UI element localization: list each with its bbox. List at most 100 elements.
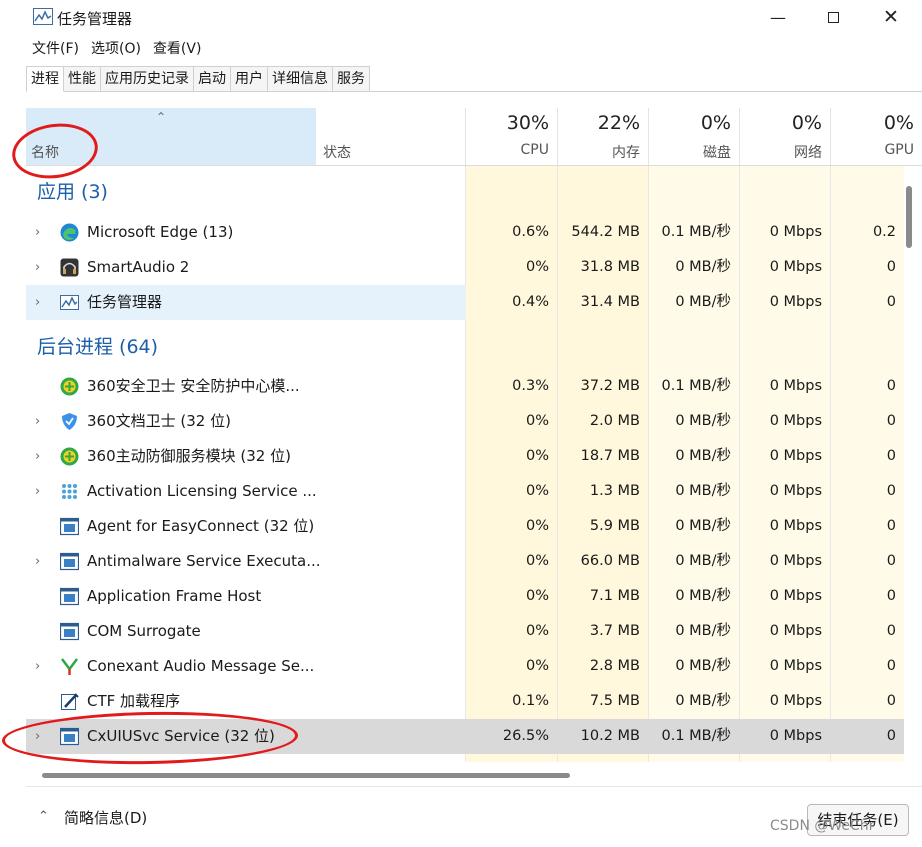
group-header-apps[interactable]: 应用 (3) — [26, 175, 904, 210]
chevron-right-icon[interactable]: › — [35, 285, 40, 320]
gpu-value: 0 — [886, 588, 896, 604]
watermark: CSDN @WeChr — [770, 818, 875, 834]
gpu-value: 0 — [886, 518, 896, 534]
gpu-column-header[interactable]: 0% GPU — [830, 108, 922, 165]
disk-value: 0 MB/秒 — [675, 518, 731, 534]
mem-value: 31.8 MB — [580, 259, 640, 275]
ctf-icon — [60, 692, 79, 711]
process-row[interactable]: CTF 加载程序 0.1% 7.5 MB 0 MB/秒 0 Mbps 0 — [26, 684, 904, 719]
disk-value: 0 MB/秒 — [675, 483, 731, 499]
process-name: Application Frame Host — [87, 587, 262, 605]
tab-startup[interactable]: 启动 — [193, 66, 231, 91]
sort-up-icon: ⌃ — [156, 110, 167, 124]
mem-value: 3.7 MB — [589, 623, 640, 639]
process-name: COM Surrogate — [87, 622, 201, 640]
cpu-value: 0% — [525, 658, 549, 674]
horizontal-scrollbar[interactable] — [42, 773, 570, 778]
name-header-label: 名称 — [31, 145, 59, 161]
tab-users[interactable]: 用户 — [230, 66, 268, 91]
chevron-right-icon[interactable]: › — [35, 439, 40, 474]
memory-column-header[interactable]: 22% 内存 — [557, 108, 648, 165]
dots-icon — [60, 482, 79, 501]
network-column-header[interactable]: 0% 网络 — [739, 108, 830, 165]
cpu-value: 0.3% — [512, 378, 549, 394]
group-title: 应用 (3) — [37, 181, 108, 203]
process-row[interactable]: › SmartAudio 2 0% 31.8 MB 0 MB/秒 0 Mbps 0 — [26, 250, 904, 285]
window-icon — [59, 552, 80, 571]
cpu-value: 0% — [525, 623, 549, 639]
disk-value: 0 MB/秒 — [675, 658, 731, 674]
process-row[interactable]: › CxUIUSvc Service (32 位) 26.5% 10.2 MB 0.1 … — [26, 719, 904, 754]
vertical-scrollbar[interactable] — [906, 186, 912, 248]
name-column-header[interactable]: ⌃ 名称 — [26, 108, 316, 165]
process-row[interactable]: Application Frame Host 0% 7.1 MB 0 MB/秒 0 Mb… — [26, 579, 904, 614]
cpu-value: 0% — [525, 588, 549, 604]
gpu-value: 0 — [886, 658, 896, 674]
360-security-icon — [60, 447, 79, 466]
tab-details[interactable]: 详细信息 — [267, 66, 333, 91]
process-row[interactable]: › Microsoft Edge (13) 0.6% 544.2 MB 0.1 MB/秒… — [26, 215, 904, 250]
minimize-button[interactable]: — — [755, 2, 801, 32]
menu-bar: 文件(F) 选项(O) 查看(V) — [26, 38, 207, 60]
tab-performance[interactable]: 性能 — [63, 66, 101, 91]
disk-value: 0 MB/秒 — [675, 588, 731, 604]
gpu-value: 0 — [886, 259, 896, 275]
shield-icon — [60, 412, 79, 431]
net-value: 0 Mbps — [769, 728, 822, 744]
status-header-label[interactable]: 状态 — [323, 142, 351, 162]
close-button[interactable]: ✕ — [868, 2, 914, 32]
menu-view[interactable]: 查看(V) — [147, 38, 208, 60]
process-row[interactable]: 360安全卫士 安全防护中心模... 0.3% 37.2 MB 0.1 MB/秒 0 M… — [26, 369, 904, 404]
group-header-background[interactable]: 后台进程 (64) — [26, 330, 904, 365]
chevron-right-icon[interactable]: › — [35, 250, 40, 285]
disk-value: 0 MB/秒 — [675, 294, 731, 310]
network-label: 网络 — [794, 145, 822, 161]
cpu-column-header[interactable]: 30% CPU — [465, 108, 557, 165]
chevron-right-icon[interactable]: › — [35, 474, 40, 509]
menu-file[interactable]: 文件(F) — [26, 38, 85, 60]
net-value: 0 Mbps — [769, 553, 822, 569]
process-row[interactable]: › Activation Licensing Service ... 0% 1.3 M… — [26, 474, 904, 509]
process-name: 任务管理器 — [87, 293, 163, 311]
task-manager-icon — [60, 293, 79, 312]
net-value: 0 Mbps — [769, 224, 822, 240]
process-row[interactable]: COM Surrogate 0% 3.7 MB 0 MB/秒 0 Mbps 0 — [26, 614, 904, 649]
gpu-value: 0 — [886, 623, 896, 639]
task-manager-icon — [33, 8, 53, 25]
gpu-value: 0.2 — [872, 224, 896, 240]
chevron-right-icon[interactable]: › — [35, 544, 40, 579]
process-row[interactable]: › 任务管理器 0.4% 31.4 MB 0 MB/秒 0 Mbps 0 — [26, 285, 904, 320]
process-name: 360文档卫士 (32 位) — [87, 412, 231, 430]
net-value: 0 Mbps — [769, 623, 822, 639]
chevron-up-icon[interactable]: ⌃ — [38, 809, 49, 824]
menu-options[interactable]: 选项(O) — [85, 38, 147, 60]
disk-percent: 0% — [700, 112, 731, 134]
memory-percent: 22% — [597, 112, 640, 134]
net-value: 0 Mbps — [769, 588, 822, 604]
window-title: 任务管理器 — [57, 10, 133, 28]
cpu-value: 0% — [525, 413, 549, 429]
chevron-right-icon[interactable]: › — [35, 649, 40, 684]
maximize-button[interactable] — [810, 2, 856, 32]
fewer-details-link[interactable]: 简略信息(D) — [64, 807, 147, 828]
process-row[interactable]: › 360主动防御服务模块 (32 位) 0% 18.7 MB 0 MB/秒 0 Mbps… — [26, 439, 904, 474]
cpu-value: 0.4% — [512, 294, 549, 310]
tab-services[interactable]: 服务 — [332, 66, 370, 91]
process-row[interactable]: › 360文档卫士 (32 位) 0% 2.0 MB 0 MB/秒 0 Mbps 0 — [26, 404, 904, 439]
process-row[interactable]: Agent for EasyConnect (32 位) 0% 5.9 MB 0 MB… — [26, 509, 904, 544]
cpu-value: 0% — [525, 259, 549, 275]
mem-value: 1.3 MB — [589, 483, 640, 499]
mem-value: 10.2 MB — [580, 728, 640, 744]
process-row[interactable]: › Conexant Audio Message Se... 0% 2.8 MB 0 M… — [26, 649, 904, 684]
process-list: 应用 (3) 后台进程 (64) › Microsoft Edge (13) 0.6… — [26, 166, 904, 762]
chevron-right-icon[interactable]: › — [35, 719, 40, 754]
tab-app-history[interactable]: 应用历史记录 — [100, 66, 194, 91]
cpu-value: 0% — [525, 483, 549, 499]
net-value: 0 Mbps — [769, 378, 822, 394]
tab-processes[interactable]: 进程 — [26, 66, 64, 92]
disk-column-header[interactable]: 0% 磁盘 — [648, 108, 739, 165]
cpu-value: 26.5% — [502, 728, 549, 744]
chevron-right-icon[interactable]: › — [35, 404, 40, 439]
process-row[interactable]: › Antimalware Service Executa... 0% 66.0 MB… — [26, 544, 904, 579]
chevron-right-icon[interactable]: › — [35, 215, 40, 250]
